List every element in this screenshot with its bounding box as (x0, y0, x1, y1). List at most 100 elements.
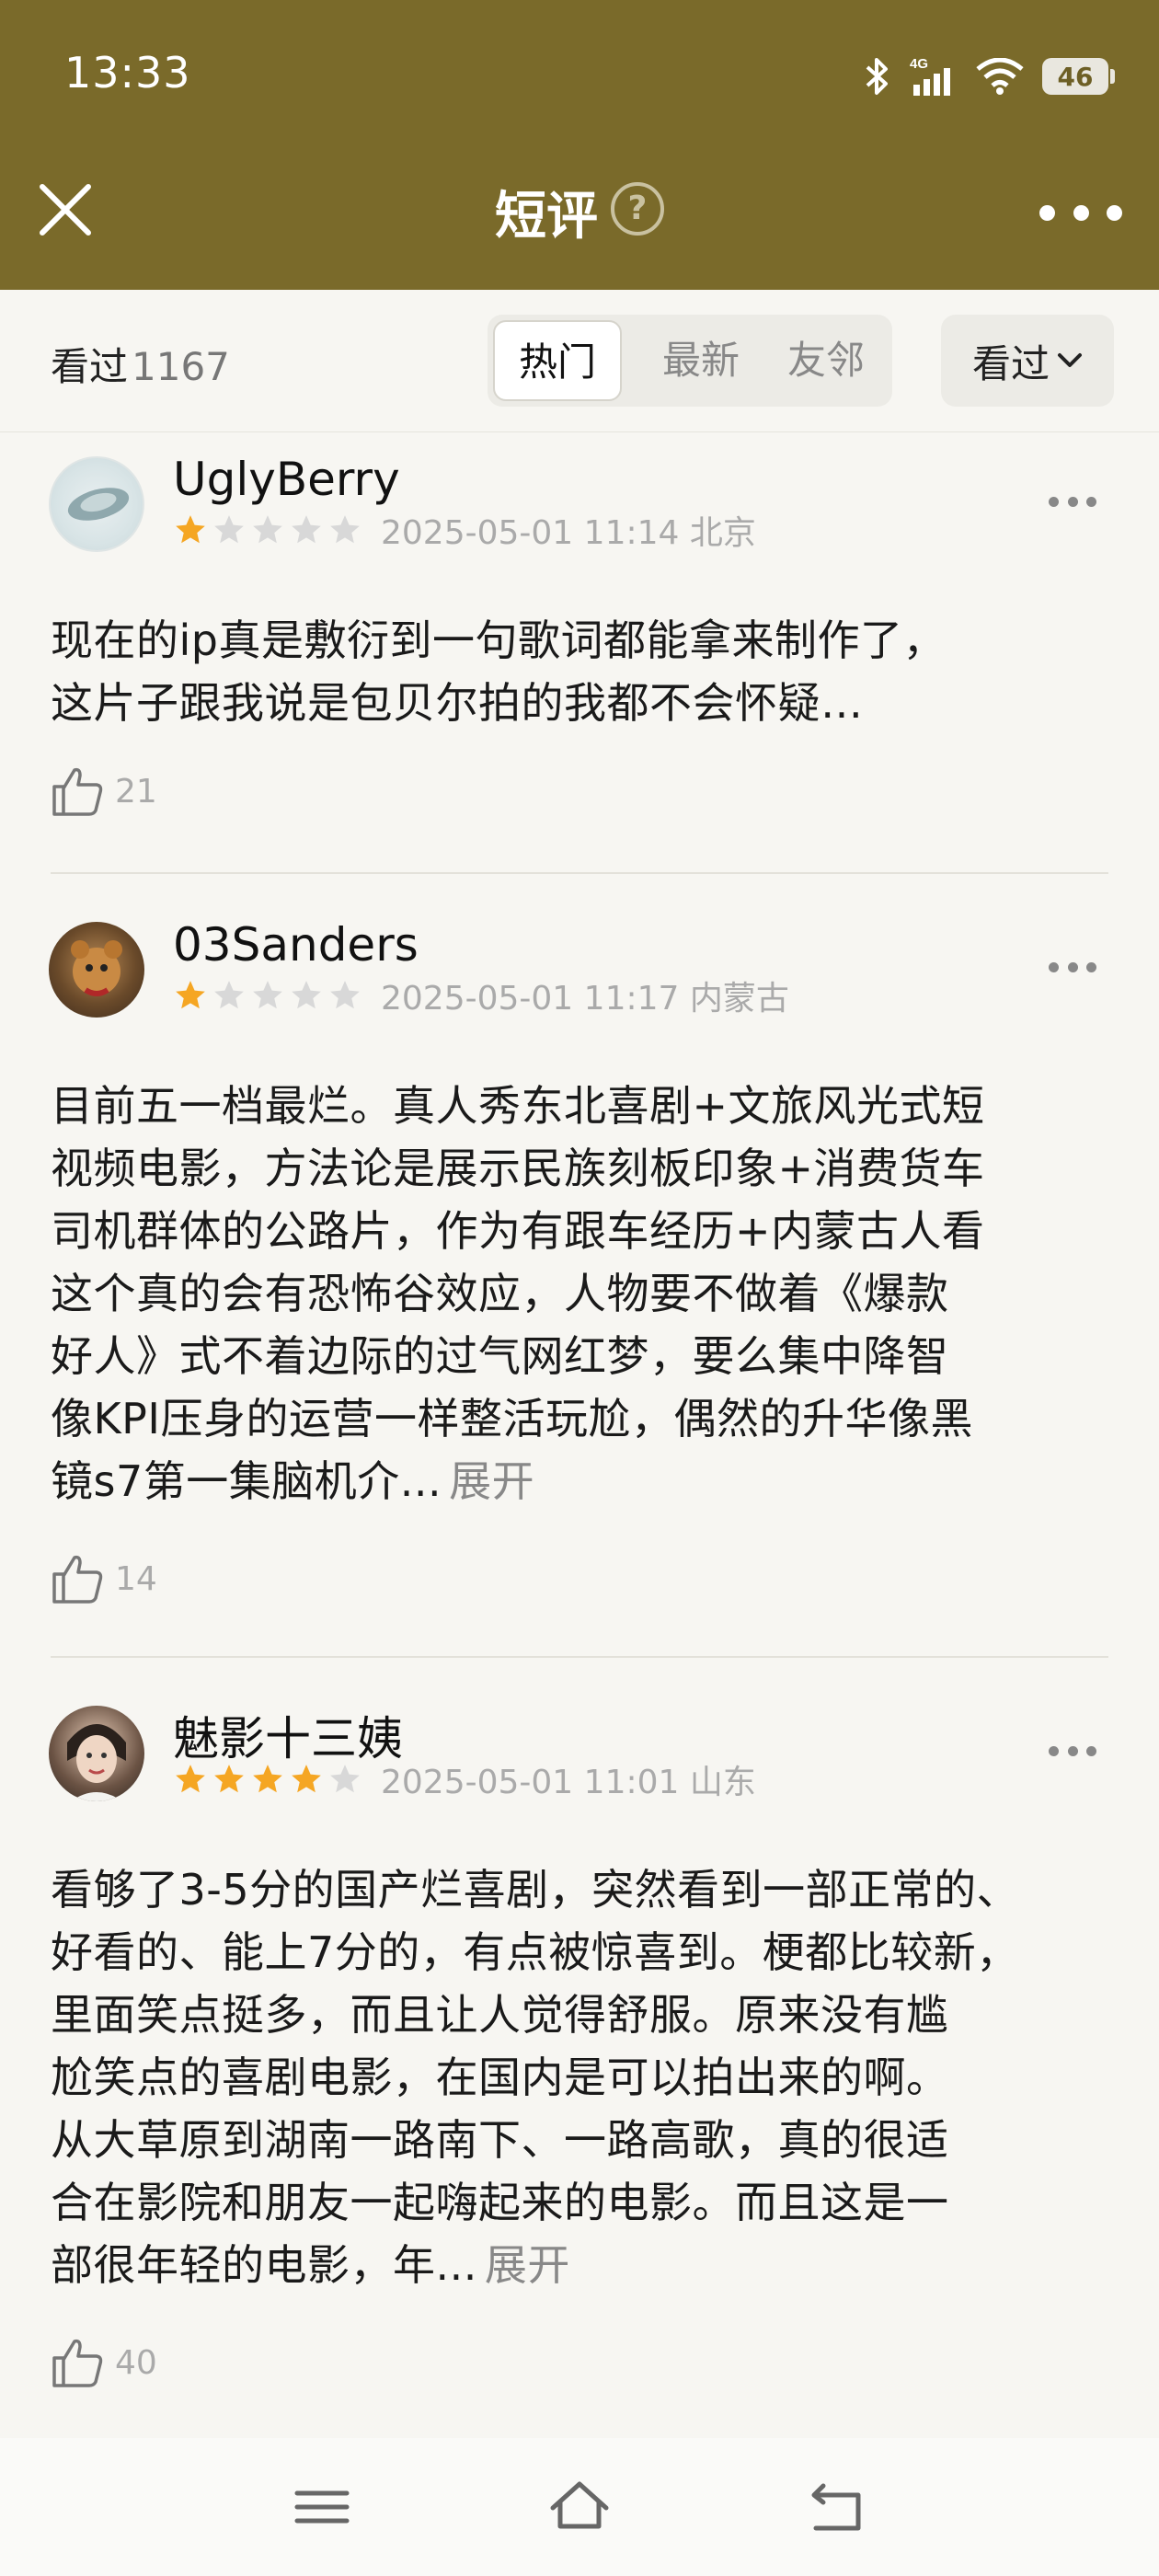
review-line: 司机群体的公路片，作为有跟车经历+内蒙古人看 (51, 1206, 985, 1256)
avatar[interactable] (49, 922, 144, 1018)
like-button[interactable]: 14 (51, 1549, 157, 1608)
star-filled-icon (176, 1765, 205, 1793)
home-icon[interactable] (547, 2475, 612, 2539)
avatar-image (71, 940, 122, 996)
review-line: 里面笑点挺多，而且让人觉得舒服。原来没有尴 (51, 1990, 949, 2040)
thumbs-up-icon (52, 1555, 103, 1604)
rating-row: 2025-05-01 11:14 北京 (173, 510, 756, 552)
expand-link[interactable]: 展开 (485, 2240, 570, 2290)
battery-indicator: 46 (1042, 58, 1115, 95)
seen-dropdown[interactable]: 看过 (941, 315, 1114, 407)
review-more-button[interactable] (1049, 1746, 1096, 1757)
star-filled-icon (214, 1765, 244, 1793)
review-line: 目前五一档最烂。真人秀东北喜剧+文旅风光式短 (51, 1081, 985, 1131)
dot-icon (1073, 204, 1089, 221)
star-empty-icon (253, 981, 282, 1009)
menu-icon[interactable] (290, 2475, 354, 2539)
review-line: 看够了3-5分的国产烂喜剧，突然看到一部正常的、 (51, 1865, 1020, 1915)
review-content[interactable]: 现在的ip真是敷衍到一句歌词都能拿来制作了， 这片子跟我说是包贝尔拍的我都不会怀… (51, 609, 1108, 734)
star-empty-icon (214, 981, 244, 1009)
thumbs-up-icon (52, 2339, 103, 2387)
review-line-last: 部很年轻的电影，年... 展开 (51, 2234, 1108, 2296)
avatar[interactable] (49, 456, 144, 552)
star-empty-icon (253, 515, 282, 544)
like-count: 40 (115, 2343, 157, 2382)
rating-row: 2025-05-01 11:01 山东 (173, 1759, 756, 1801)
dot-icon (1039, 204, 1055, 221)
star-empty-icon (214, 515, 244, 544)
review-line: 尬笑点的喜剧电影，在国内是可以拍出来的啊。 (51, 2053, 949, 2102)
star-empty-icon (330, 1765, 360, 1793)
review-line: 好看的、能上7分的，有点被惊喜到。梗都比较新， (51, 1927, 1019, 1977)
status-bar: 13:33 4G 46 (0, 0, 1159, 156)
review-line: 从大草原到湖南一路南下、一路高歌，真的很适 (51, 2115, 949, 2165)
sort-tabs: 热门 最新 友邻 (488, 315, 892, 407)
star-empty-icon (292, 981, 321, 1009)
avatar-image (67, 1724, 126, 1801)
back-icon[interactable] (805, 2475, 869, 2539)
chevron-down-icon (1058, 353, 1082, 367)
star-empty-icon (330, 515, 360, 544)
star-filled-icon (176, 981, 205, 1009)
svg-text:4G: 4G (910, 56, 928, 72)
star-rating (173, 1762, 362, 1797)
star-rating (173, 978, 362, 1013)
divider (51, 1656, 1108, 1658)
review-line: 镜s7第一集脑机介... (51, 1456, 442, 1506)
review-meta: 2025-05-01 11:01 山东 (381, 1764, 756, 1801)
review-more-button[interactable] (1049, 962, 1096, 973)
username[interactable]: 03Sanders (173, 918, 419, 972)
like-button[interactable]: 40 (51, 2333, 157, 2392)
review-meta: 2025-05-01 11:14 北京 (381, 514, 756, 552)
review-line: 现在的ip真是敷衍到一句歌词都能拿来制作了， (51, 615, 946, 665)
username[interactable]: UglyBerry (173, 453, 400, 506)
review-line: 视频电影，方法论是展示民族刻板印象+消费货车 (51, 1144, 985, 1193)
system-nav-bar (0, 2438, 1159, 2576)
app-header: 13:33 4G 46 短评? (0, 0, 1159, 290)
more-options-button[interactable] (1039, 190, 1122, 236)
review-line: 这片子跟我说是包贝尔拍的我都不会怀疑… (51, 678, 864, 728)
review-line: 部很年轻的电影，年... (51, 2240, 477, 2290)
avatar-image (67, 488, 130, 521)
seen-count-label: 看过 (51, 344, 129, 389)
seen-count-number: 1167 (132, 344, 230, 389)
avatar[interactable] (49, 1706, 144, 1801)
star-empty-icon (330, 981, 360, 1009)
dot-icon (1107, 204, 1122, 221)
wifi-icon (976, 58, 1024, 95)
status-icons: 4G 46 (864, 53, 1115, 99)
review-content[interactable]: 看够了3-5分的国产烂喜剧，突然看到一部正常的、 好看的、能上7分的，有点被惊喜… (51, 1858, 1108, 2296)
seen-count: 看过1167 (51, 336, 230, 392)
page-title-area: 短评? (0, 175, 1159, 248)
seen-dropdown-label: 看过 (971, 340, 1050, 386)
cellular-signal-icon: 4G (910, 56, 950, 96)
tab-friends[interactable]: 友邻 (762, 315, 890, 407)
like-count: 14 (115, 1559, 157, 1598)
expand-link[interactable]: 展开 (449, 1456, 534, 1506)
star-filled-icon (253, 1765, 282, 1793)
filter-bar: 看过1167 热门 最新 友邻 看过 (0, 290, 1159, 432)
thumbs-up-icon (52, 767, 103, 816)
like-count: 21 (115, 772, 157, 811)
review-meta: 2025-05-01 11:17 内蒙古 (381, 980, 789, 1018)
review-line: 好人》式不着边际的过气网红梦，要么集中降智 (51, 1331, 949, 1381)
status-time: 13:33 (64, 48, 191, 98)
page-title: 短评 (495, 187, 598, 247)
tab-latest[interactable]: 最新 (637, 315, 765, 407)
review-line: 像KPI压身的运营一样整活玩尬，偶然的升华像黑 (51, 1394, 973, 1443)
review-line-last: 镜s7第一集脑机介... 展开 (51, 1450, 1108, 1512)
star-filled-icon (292, 1765, 321, 1793)
divider (51, 872, 1108, 874)
tab-hot[interactable]: 热门 (493, 320, 622, 401)
star-empty-icon (292, 515, 321, 544)
like-button[interactable]: 21 (51, 762, 157, 821)
review-more-button[interactable] (1049, 497, 1096, 508)
star-filled-icon (176, 515, 205, 544)
help-icon[interactable]: ? (611, 181, 664, 236)
rating-row: 2025-05-01 11:17 内蒙古 (173, 975, 789, 1018)
bluetooth-icon (866, 58, 888, 95)
review-line: 合在影院和朋友一起嗨起来的电影。而且这是一 (51, 2178, 949, 2227)
review-line: 这个真的会有恐怖谷效应，人物要不做着《爆款 (51, 1269, 949, 1318)
star-rating (173, 512, 362, 547)
review-content[interactable]: 目前五一档最烂。真人秀东北喜剧+文旅风光式短 视频电影，方法论是展示民族刻板印象… (51, 1075, 1108, 1512)
